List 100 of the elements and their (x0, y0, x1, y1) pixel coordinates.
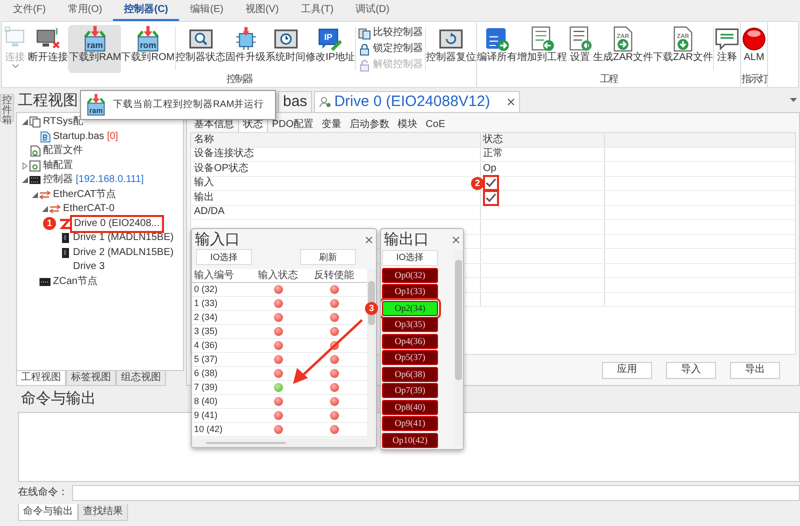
tree-toggle-icon[interactable] (21, 176, 29, 184)
close-icon[interactable] (507, 98, 516, 106)
horizontal-scrollbar[interactable] (192, 439, 376, 447)
callout-number: 1 (43, 217, 56, 230)
tree-item[interactable]: Drive 0 (EIO2408... (73, 218, 161, 230)
toolbar-button[interactable]: ALM (741, 25, 768, 73)
group-label: 控制器 (225, 74, 254, 87)
tree-item[interactable]: ZCan节点 (53, 276, 98, 288)
panel-title: 工程视图 (18, 92, 78, 109)
output-toggle-button[interactable]: Op7(39) (382, 383, 438, 398)
table-cell-text: 1 (33) (193, 298, 219, 309)
document-tab[interactable]: bas (278, 91, 312, 112)
vertical-scrollbar[interactable] (454, 250, 463, 446)
action-button[interactable]: 应用 (602, 362, 652, 378)
output-toggle-button[interactable]: Op10(42) (382, 432, 438, 448)
menu-tab[interactable]: 工具(T) (290, 2, 345, 21)
toolbox-tab[interactable]: 控件箱 (0, 94, 14, 122)
tree-item[interactable]: Drive 2 (MADLN15BE) (73, 246, 174, 259)
table-cell: 设备连接状态 (191, 148, 481, 161)
output-toggle-button[interactable]: Op2(34) (382, 300, 438, 316)
toolbar-button[interactable]: 锁定控制器 (356, 42, 426, 56)
drive-icon (59, 218, 71, 230)
toolbar-button[interactable]: 断开连接 (28, 25, 68, 73)
menu-tab[interactable]: 视图(V) (234, 2, 290, 21)
toolbar-button[interactable]: 控制器状态 (176, 25, 226, 73)
table-cell-text: 9 (41) (193, 410, 219, 421)
output-toggle-button[interactable]: Op4(36) (382, 334, 438, 348)
menu-tab[interactable]: 常用(O) (56, 2, 114, 21)
toolbar-button[interactable]: 固件升级 (226, 25, 266, 73)
tree-item[interactable]: 配置文件 (43, 145, 83, 158)
sub-tab[interactable]: 启动参数 (346, 117, 394, 132)
tree-toggle-icon[interactable] (41, 205, 49, 214)
toolbar-button[interactable]: 增加到工程 (517, 25, 568, 73)
menu-tab[interactable]: 编辑(E) (179, 2, 234, 21)
document-arrow-icon (484, 26, 510, 52)
panel-tab[interactable]: 命令与输出 (18, 504, 78, 521)
panel-tab[interactable]: 查找结果 (78, 504, 128, 521)
toolbar-button[interactable]: 注释 (714, 25, 740, 73)
sub-tab[interactable]: 变量 (318, 117, 346, 132)
toolbar-button[interactable]: 设置 (567, 25, 594, 73)
menu-tab[interactable]: 调试(D) (344, 2, 400, 21)
toolbar-button[interactable]: 系统时间 (266, 25, 306, 73)
column-header: 输入状态 (257, 270, 299, 282)
output-toggle-button[interactable]: Op5(37) (382, 350, 438, 365)
tree-item[interactable]: Drive 1 (MADLN15BE) (73, 232, 174, 244)
output-toggle-button[interactable]: Op6(38) (382, 366, 438, 382)
action-button[interactable]: 导出 (730, 362, 780, 378)
tree-item[interactable]: 控制器 [192.168.0.111] (43, 174, 144, 186)
table-cell: 输出 (191, 191, 481, 204)
output-toggle-button[interactable]: Op8(40) (382, 400, 438, 414)
panel-tab[interactable]: 工程视图 (16, 371, 66, 386)
action-button[interactable]: 导入 (666, 362, 716, 378)
tree-item[interactable]: Startup.bas [0] (53, 130, 118, 143)
list-document-icon (529, 26, 556, 52)
file-icon (39, 130, 51, 143)
output-toggle-button[interactable]: Op0(32) (382, 268, 438, 282)
panel-tab[interactable]: 标签视图 (66, 371, 116, 386)
command-input-field[interactable] (72, 484, 800, 500)
toolbar-button[interactable]: 比较控制器 (356, 26, 426, 40)
tree-item[interactable]: 轴配置 (43, 160, 73, 172)
column-header: 反转使能 (313, 270, 355, 282)
close-icon[interactable] (452, 236, 460, 244)
toolbar-button[interactable]: IO选择 (196, 249, 252, 265)
sub-tab[interactable]: 模块 (394, 117, 422, 132)
tooltip: ram 下载当前工程到控制器RAM并运行 (80, 90, 276, 120)
toolbar-button[interactable]: IP 修改IP地址 (306, 25, 356, 73)
toolbar-button[interactable]: 控制器复位 (426, 25, 476, 73)
controller-icon (39, 276, 51, 288)
tree-item[interactable]: Drive 3 (73, 261, 105, 274)
list-gear-icon (567, 26, 594, 52)
tree-item[interactable]: EtherCAT-0 (63, 203, 114, 216)
sub-tab[interactable]: PDO配置 (268, 117, 318, 132)
table-cell-text: 5 (37) (193, 354, 219, 365)
output-toggle-button[interactable]: Op3(35) (382, 317, 438, 332)
tree-item[interactable]: EtherCAT节点 (53, 188, 116, 201)
sub-tab[interactable]: CoE (422, 117, 450, 132)
output-toggle-button[interactable]: Op9(41) (382, 416, 438, 431)
table-cell-text: 4 (36) (193, 340, 219, 351)
tree-toggle-icon[interactable] (21, 118, 29, 126)
drive-icon (59, 232, 71, 244)
toolbar-button[interactable]: IO选择 (382, 250, 438, 266)
vertical-scrollbar[interactable] (367, 269, 376, 439)
document-tab[interactable]: Drive 0 (EIO24088V12) (314, 91, 520, 112)
tree-toggle-icon[interactable] (31, 190, 39, 199)
menu-tab[interactable]: 文件(F) (2, 2, 57, 21)
drive-icon (59, 246, 71, 259)
tree-toggle-icon[interactable] (21, 162, 29, 170)
documents-icon (29, 116, 41, 128)
toolbar-button[interactable]: rom 下载到ROM (121, 25, 175, 73)
speech-bubble-icon (714, 26, 740, 52)
panel-tab[interactable]: 组态视图 (116, 371, 166, 386)
close-icon[interactable] (365, 236, 373, 244)
dropdown-arrow-icon[interactable] (790, 98, 797, 102)
table-cell: Op (483, 162, 496, 175)
toolbar-button[interactable]: 刷新 (300, 249, 356, 265)
toolbar-button[interactable]: ram 下载到RAM (69, 25, 122, 73)
group-label: 指示灯 (741, 74, 768, 87)
person-icon (319, 96, 332, 108)
output-toggle-button[interactable]: Op1(33) (382, 284, 438, 299)
toolbar-button[interactable]: 编译所有 (477, 25, 518, 73)
